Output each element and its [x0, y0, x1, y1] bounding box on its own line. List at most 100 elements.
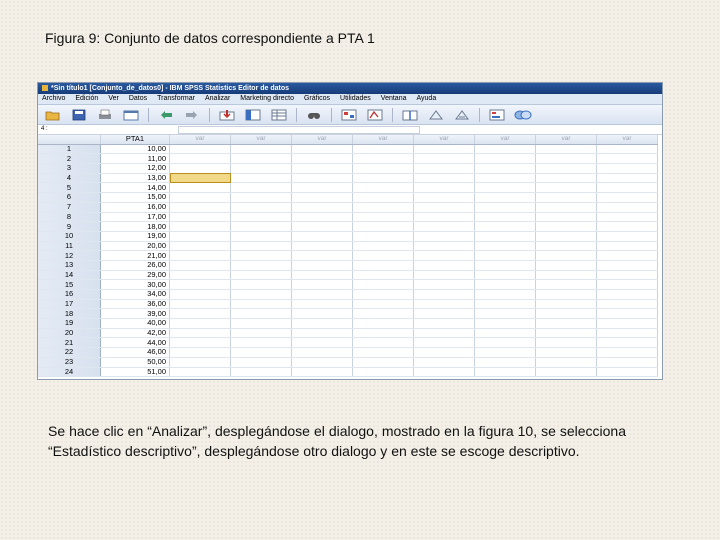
empty-cell[interactable] [352, 270, 414, 281]
empty-cell[interactable] [352, 367, 414, 378]
row-number[interactable]: 3 [38, 163, 101, 174]
row-number[interactable]: 21 [38, 337, 101, 349]
empty-cell[interactable] [535, 289, 597, 300]
empty-cell[interactable] [474, 241, 536, 252]
empty-cell[interactable] [352, 337, 414, 349]
empty-cell[interactable] [291, 241, 353, 252]
dialog-recall-icon[interactable] [120, 108, 142, 122]
empty-cell[interactable] [596, 347, 658, 358]
empty-cell[interactable] [596, 337, 658, 349]
empty-cell[interactable] [413, 279, 475, 290]
row-number[interactable]: 15 [38, 279, 101, 290]
empty-cell[interactable] [230, 308, 292, 320]
empty-cell[interactable] [291, 279, 353, 290]
empty-cell[interactable] [596, 241, 658, 252]
empty-cell[interactable] [291, 231, 353, 242]
row-number[interactable]: 19 [38, 318, 101, 329]
empty-cell[interactable] [230, 318, 292, 329]
empty-cell[interactable] [596, 279, 658, 290]
empty-cell[interactable] [535, 163, 597, 174]
empty-cell[interactable] [413, 347, 475, 358]
weight-cases-icon[interactable] [425, 108, 447, 122]
empty-cell[interactable] [474, 279, 536, 290]
empty-cell[interactable] [291, 308, 353, 320]
data-cell-pta1[interactable]: 10,00 [100, 144, 170, 155]
empty-cell[interactable] [169, 357, 231, 368]
empty-cell[interactable] [596, 299, 658, 310]
empty-cell[interactable] [352, 289, 414, 300]
data-cell-pta1[interactable]: 21,00 [100, 250, 170, 261]
empty-cell[interactable] [230, 250, 292, 261]
empty-cell[interactable] [474, 308, 536, 320]
data-cell-pta1[interactable]: 51,00 [100, 367, 170, 378]
empty-cell[interactable] [352, 308, 414, 320]
empty-cell[interactable] [230, 163, 292, 174]
empty-cell[interactable] [352, 357, 414, 368]
empty-cell[interactable] [291, 144, 353, 155]
empty-cell[interactable] [169, 279, 231, 290]
empty-cell[interactable] [535, 173, 597, 184]
empty-cell[interactable] [535, 299, 597, 310]
menu-item-9[interactable]: Ventana [376, 94, 412, 104]
empty-cell[interactable] [474, 144, 536, 155]
empty-cell[interactable] [291, 270, 353, 281]
insert-variable-icon[interactable] [364, 108, 386, 122]
empty-cell[interactable] [169, 241, 231, 252]
empty-cell[interactable] [596, 250, 658, 261]
menu-item-8[interactable]: Utilidades [335, 94, 376, 104]
empty-cell[interactable] [352, 318, 414, 329]
empty-cell[interactable] [535, 231, 597, 242]
empty-cell[interactable] [230, 337, 292, 349]
empty-cell[interactable] [291, 367, 353, 378]
empty-cell[interactable] [230, 347, 292, 358]
menu-item-7[interactable]: Gráficos [299, 94, 335, 104]
empty-cell[interactable] [169, 318, 231, 329]
empty-cell[interactable] [413, 308, 475, 320]
empty-cell[interactable] [169, 367, 231, 378]
empty-cell[interactable] [596, 192, 658, 203]
empty-cell[interactable] [291, 153, 353, 165]
empty-cell[interactable] [230, 270, 292, 281]
empty-cell[interactable] [535, 328, 597, 339]
column-header-var[interactable]: var [169, 135, 231, 145]
empty-cell[interactable] [291, 163, 353, 174]
empty-cell[interactable] [596, 212, 658, 223]
empty-cell[interactable] [413, 144, 475, 155]
menu-item-10[interactable]: Ayuda [412, 94, 442, 104]
menu-item-1[interactable]: Edición [70, 94, 103, 104]
empty-cell[interactable] [535, 153, 597, 165]
select-cases-icon[interactable] [451, 108, 473, 122]
empty-cell[interactable] [413, 337, 475, 349]
data-cell-pta1[interactable]: 36,00 [100, 299, 170, 310]
split-file-icon[interactable] [399, 108, 421, 122]
row-number[interactable]: 20 [38, 328, 101, 339]
goto-case-icon[interactable] [216, 108, 238, 122]
row-number[interactable]: 6 [38, 192, 101, 203]
empty-cell[interactable] [169, 337, 231, 349]
empty-cell[interactable] [413, 221, 475, 232]
open-icon[interactable] [42, 108, 64, 122]
empty-cell[interactable] [291, 337, 353, 349]
menu-item-0[interactable]: Archivo [38, 94, 70, 104]
empty-cell[interactable] [291, 318, 353, 329]
empty-cell[interactable] [291, 250, 353, 261]
empty-cell[interactable] [291, 202, 353, 213]
data-cell-pta1[interactable]: 46,00 [100, 347, 170, 358]
value-labels-icon[interactable] [486, 108, 508, 122]
empty-cell[interactable] [413, 182, 475, 194]
empty-cell[interactable] [352, 299, 414, 310]
empty-cell[interactable] [230, 202, 292, 213]
empty-cell[interactable] [291, 192, 353, 203]
data-cell-pta1[interactable]: 19,00 [100, 231, 170, 242]
empty-cell[interactable] [352, 163, 414, 174]
empty-cell[interactable] [413, 299, 475, 310]
row-number[interactable]: 23 [38, 357, 101, 368]
row-number[interactable]: 10 [38, 231, 101, 242]
empty-cell[interactable] [474, 289, 536, 300]
empty-cell[interactable] [596, 231, 658, 242]
row-number[interactable]: 11 [38, 241, 101, 252]
column-header-var[interactable]: var [535, 135, 597, 145]
empty-cell[interactable] [413, 202, 475, 213]
empty-cell[interactable] [413, 212, 475, 223]
column-header-var[interactable]: var [474, 135, 536, 145]
